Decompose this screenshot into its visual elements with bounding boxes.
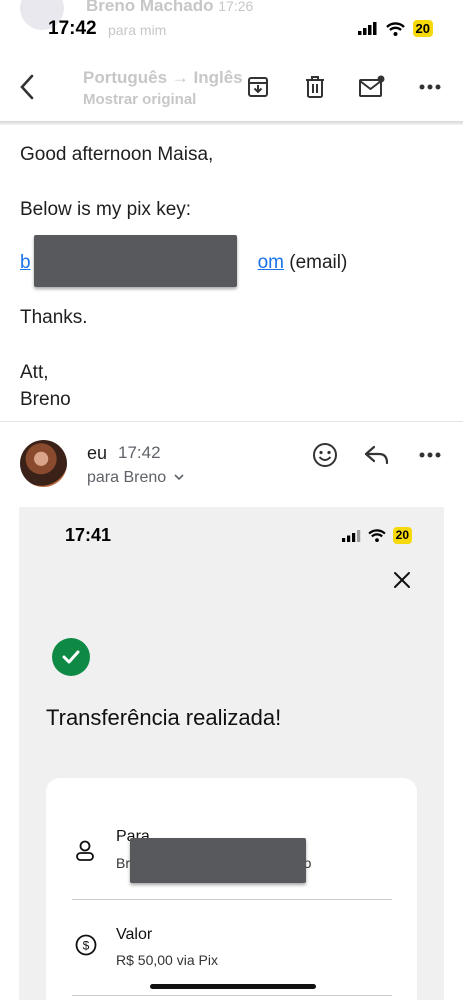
email-greeting: Good afternoon Maisa, [20, 144, 214, 165]
attached-screenshot[interactable]: 17:41 20 Transferência realizada! Para B… [19, 507, 444, 1000]
screenshot-status-time: 17:41 [65, 525, 112, 545]
close-icon [394, 572, 410, 588]
person-icon [76, 840, 94, 861]
status-time: 17:42 [48, 18, 97, 39]
chevron-down-icon [174, 474, 184, 481]
transfer-title: Transferência realizada! [46, 705, 282, 730]
transfer-details-card: Para Brado $ Valor R$ 50,00 via Pix [46, 778, 417, 1000]
card-divider [72, 995, 392, 996]
ghost-recipient: para mim [108, 22, 167, 38]
mark-unread-button[interactable] [357, 72, 387, 102]
delete-button[interactable] [300, 72, 330, 102]
battery-indicator: 20 [392, 527, 412, 544]
status-icons: 20 [357, 20, 433, 37]
pix-key-link-end[interactable]: om [258, 252, 284, 273]
email-thanks: Thanks. [20, 307, 88, 328]
more-icon [419, 452, 441, 458]
email-line-pix-key: Below is my pix key: [20, 199, 192, 220]
back-button[interactable] [12, 72, 42, 102]
mail-unread-icon [359, 75, 385, 97]
reply-icon [364, 445, 389, 465]
wifi-icon [385, 21, 405, 36]
email-signature: Breno [20, 389, 71, 410]
toolbar-shadow [0, 121, 463, 125]
home-indicator[interactable] [150, 984, 316, 989]
emoji-reaction-button[interactable] [310, 440, 340, 470]
screenshot-status-icons: 20 [341, 527, 412, 544]
redacted-recipient [130, 838, 306, 883]
archive-button[interactable] [243, 72, 273, 102]
amount-value: R$ 50,00 via Pix [116, 952, 218, 968]
wifi-icon [367, 529, 386, 542]
signal-icon [357, 22, 377, 35]
message-divider [0, 421, 463, 422]
message-toolbar [0, 56, 463, 122]
smiley-icon [313, 443, 337, 467]
ghost-sender-name: Breno Machado 17:26 [86, 0, 254, 15]
reply-sender-name: eu [87, 443, 108, 463]
more-icon [419, 84, 441, 90]
reply-button[interactable] [362, 440, 392, 470]
redacted-pix-key [34, 235, 237, 287]
battery-indicator: 20 [412, 20, 433, 37]
reply-time: 17:42 [118, 443, 161, 462]
success-check-icon [52, 638, 90, 676]
currency-icon: $ [75, 934, 97, 956]
email-att: Att, [20, 362, 49, 383]
signal-icon [341, 529, 360, 542]
card-divider [72, 899, 392, 900]
pix-key-link-start[interactable]: b [20, 252, 31, 273]
trash-icon [306, 76, 324, 98]
avatar[interactable] [20, 440, 67, 487]
amount-label: Valor [116, 926, 153, 943]
reply-recipient-toggle[interactable]: para Breno [87, 469, 184, 487]
reply-recipient: para Breno [87, 469, 167, 486]
back-icon [20, 74, 34, 100]
svg-text:$: $ [83, 939, 90, 953]
reply-more-button[interactable] [415, 440, 445, 470]
archive-icon [248, 77, 268, 97]
pix-key-suffix: (email) [289, 252, 348, 273]
more-options-button[interactable] [415, 72, 445, 102]
